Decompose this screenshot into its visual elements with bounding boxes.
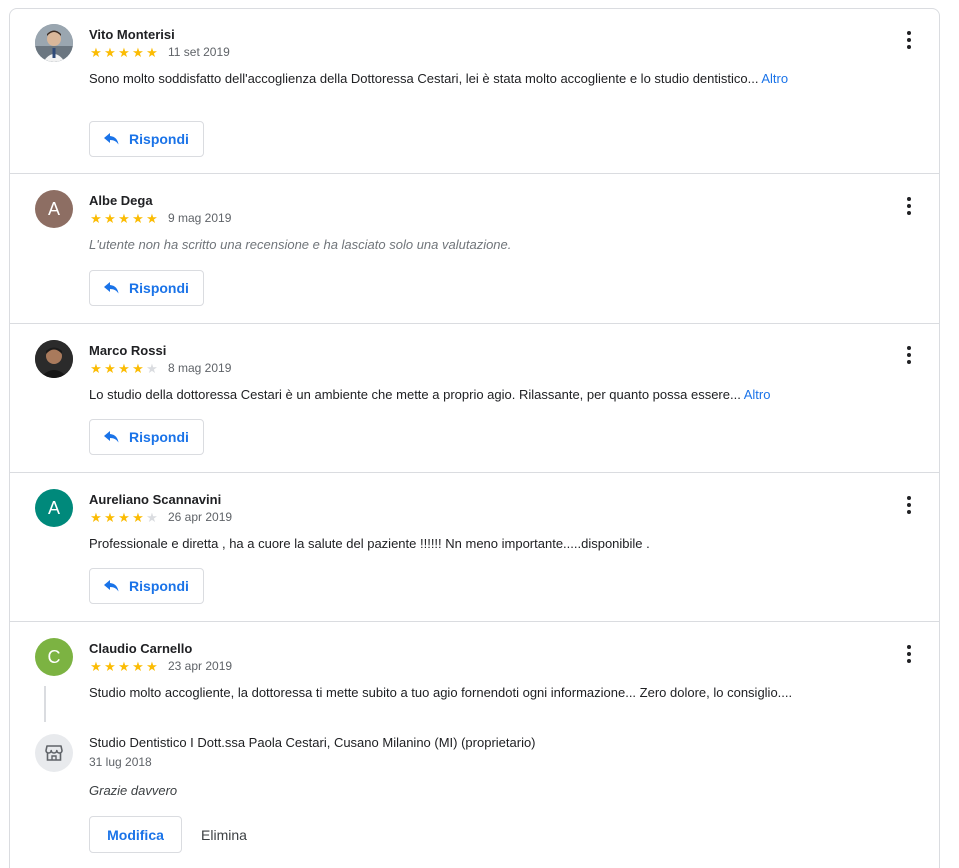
reply-label: Rispondi [129, 131, 189, 147]
review-text: Lo studio della dottoressa Cestari è un … [89, 386, 889, 404]
reply-button[interactable]: Rispondi [89, 270, 204, 306]
review-meta: ★ ★ ★ ★ ★ 9 mag 2019 [89, 211, 231, 225]
more-options-icon[interactable] [897, 194, 921, 218]
avatar-letter: A [47, 497, 60, 518]
more-options-icon[interactable] [897, 28, 921, 52]
star-icon: ★ [90, 210, 102, 226]
reply-label: Rispondi [129, 280, 189, 296]
review-card: A Aureliano Scannavini ★ ★ ★ ★ ★ 26 apr 2019… [9, 473, 940, 622]
more-options-icon[interactable] [897, 343, 921, 367]
star-icon: ★ [118, 658, 130, 674]
reply-icon [104, 431, 119, 443]
review-card: A Albe Dega ★ ★ ★ ★ ★ 9 mag 2019 L'utente no… [9, 174, 940, 324]
reviewer-name[interactable]: Marco Rossi [89, 343, 166, 358]
star-icon: ★ [146, 44, 158, 60]
reply-icon [104, 580, 119, 592]
star-icon: ★ [132, 44, 144, 60]
reply-button[interactable]: Rispondi [89, 121, 204, 157]
reviewer-name[interactable]: Albe Dega [89, 193, 153, 208]
star-icon: ★ [104, 360, 116, 376]
review-card: Marco Rossi ★ ★ ★ ★ ★ 8 mag 2019 Lo studio d… [9, 324, 940, 473]
review-date: 8 mag 2019 [168, 361, 232, 375]
star-rating: ★ ★ ★ ★ ★ [89, 660, 159, 673]
more-options-icon[interactable] [897, 642, 921, 666]
avatar[interactable]: A [35, 489, 73, 527]
review-text: L'utente non ha scritto una recensione e… [89, 237, 512, 252]
avatar[interactable] [35, 24, 73, 62]
star-icon: ★ [146, 658, 158, 674]
star-rating: ★ ★ ★ ★ ★ [89, 46, 159, 59]
user-photo-icon [35, 24, 73, 62]
reply-label: Rispondi [129, 429, 189, 445]
star-icon: ★ [132, 360, 144, 376]
review-text: Professionale e diretta , ha a cuore la … [89, 536, 650, 551]
review-text-body: Sono molto soddisfatto dell'accoglienza … [89, 71, 759, 86]
delete-button[interactable]: Elimina [192, 816, 256, 853]
storefront-icon [35, 734, 73, 772]
reviewer-name[interactable]: Aureliano Scannavini [89, 492, 221, 507]
thread-line [44, 686, 46, 722]
star-icon: ★ [118, 360, 130, 376]
star-icon: ★ [90, 509, 102, 525]
star-icon: ★ [132, 509, 144, 525]
review-card: Vito Monterisi ★ ★ ★ ★ ★ 11 set 2019 Sono mo… [9, 8, 940, 174]
owner-reply-date: 31 lug 2018 [89, 755, 152, 769]
star-icon: ★ [104, 509, 116, 525]
more-link[interactable]: Altro [744, 387, 771, 402]
star-rating: ★ ★ ★ ★ ★ [89, 511, 159, 524]
reply-button[interactable]: Rispondi [89, 568, 204, 604]
star-empty-icon: ★ [146, 360, 158, 376]
review-meta: ★ ★ ★ ★ ★ 23 apr 2019 [89, 659, 232, 673]
reviewer-name[interactable]: Vito Monterisi [89, 27, 175, 42]
review-date: 9 mag 2019 [168, 211, 232, 225]
star-empty-icon: ★ [146, 509, 158, 525]
owner-reply-text: Grazie davvero [89, 783, 178, 798]
review-date: 23 apr 2019 [168, 659, 233, 673]
reply-icon [104, 282, 119, 294]
review-meta: ★ ★ ★ ★ ★ 8 mag 2019 [89, 361, 231, 375]
star-icon: ★ [104, 44, 116, 60]
edit-button[interactable]: Modifica [89, 816, 182, 853]
reply-button[interactable]: Rispondi [89, 419, 204, 455]
owner-name: Studio Dentistico I Dott.ssa Paola Cesta… [89, 735, 536, 750]
reply-icon [104, 133, 119, 145]
review-text-body: Lo studio della dottoressa Cestari è un … [89, 387, 741, 402]
review-date: 11 set 2019 [168, 45, 230, 59]
review-text: Sono molto soddisfatto dell'accoglienza … [89, 70, 809, 88]
star-rating: ★ ★ ★ ★ ★ [89, 212, 159, 225]
user-photo-icon [35, 340, 73, 378]
star-icon: ★ [118, 44, 130, 60]
avatar[interactable]: A [35, 190, 73, 228]
star-icon: ★ [90, 360, 102, 376]
star-icon: ★ [104, 210, 116, 226]
star-icon: ★ [90, 44, 102, 60]
star-rating: ★ ★ ★ ★ ★ [89, 362, 159, 375]
more-link[interactable]: Altro [761, 71, 788, 86]
avatar[interactable]: C [35, 638, 73, 676]
star-icon: ★ [90, 658, 102, 674]
star-icon: ★ [132, 658, 144, 674]
star-icon: ★ [146, 210, 158, 226]
avatar-letter: C [47, 646, 61, 667]
review-text: Studio molto accogliente, la dottoressa … [89, 685, 793, 700]
star-icon: ★ [132, 210, 144, 226]
avatar[interactable] [35, 340, 73, 378]
star-icon: ★ [104, 658, 116, 674]
reviewer-name[interactable]: Claudio Carnello [89, 641, 192, 656]
review-date: 26 apr 2019 [168, 510, 233, 524]
review-meta: ★ ★ ★ ★ ★ 26 apr 2019 [89, 510, 232, 524]
star-icon: ★ [118, 509, 130, 525]
star-icon: ★ [118, 210, 130, 226]
review-meta: ★ ★ ★ ★ ★ 11 set 2019 [89, 45, 230, 59]
avatar-letter: A [47, 198, 60, 219]
reply-label: Rispondi [129, 578, 189, 594]
more-options-icon[interactable] [897, 493, 921, 517]
